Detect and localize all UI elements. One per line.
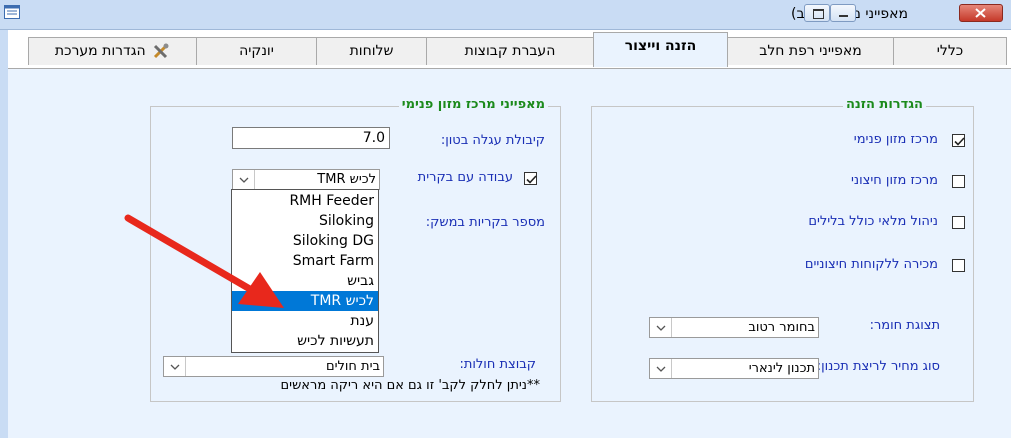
sheds-group-select[interactable]: בית חולים <box>163 356 384 377</box>
chevron-down-icon <box>170 364 180 370</box>
tab-strip: כללי מאפייני רפת חלב הזנה וייצור העברת ק… <box>8 30 1011 68</box>
internal-center-title: מאפייני מרכז מזון פנימי <box>398 97 548 112</box>
calf-capacity-input[interactable]: 7.0 <box>232 127 390 149</box>
tab-feeding-production[interactable]: הזנה וייצור <box>593 32 728 67</box>
check-icon <box>954 137 965 146</box>
close-button[interactable] <box>959 4 1003 22</box>
internal-center-label: מרכז מזון פנימי <box>853 132 938 147</box>
close-icon <box>975 8 986 18</box>
chevron-down-icon <box>656 325 666 331</box>
tab-system-settings[interactable]: הגדרות מערכת <box>28 37 197 65</box>
tools-icon <box>154 43 169 59</box>
controller-select[interactable]: לכיש TMR <box>232 169 380 190</box>
app-icon <box>4 5 20 19</box>
full-stock-label: ניהול מלאי כולל בלילים <box>808 214 938 229</box>
dropdown-option[interactable]: RMH Feeder <box>232 191 378 211</box>
dropdown-option[interactable]: תעשיות לכיש <box>232 331 378 351</box>
chevron-down-icon <box>239 177 249 183</box>
external-sale-label: מכירה ללקוחות חיצוניים <box>804 257 938 272</box>
calf-capacity-label: קיבולת עגלה בטון: <box>440 133 545 148</box>
feeding-settings-title: הגדרות הזנה <box>842 97 926 112</box>
controller-label: עבודה עם בקרית <box>417 170 513 185</box>
tab-branches[interactable]: שלוחות <box>316 37 427 65</box>
material-display-label: תצוגת חומר: <box>869 318 940 333</box>
external-center-checkbox[interactable] <box>952 175 965 188</box>
note-text: **ניתן לחלק לקב' זו גם אם היא ריקה מראשי… <box>280 378 540 393</box>
internal-center-checkbox[interactable] <box>952 134 965 147</box>
feeding-settings-group: הגדרות הזנה מרכז מזון פנימי מרכז מזון חי… <box>591 97 974 402</box>
check-icon <box>526 175 537 184</box>
controller-checkbox[interactable] <box>524 172 537 185</box>
price-run-select[interactable]: תכנון לינארי <box>649 358 819 379</box>
external-sale-checkbox[interactable] <box>952 259 965 272</box>
tab-group-transfer[interactable]: העברת קבוצות <box>426 37 594 65</box>
sheds-group-label: קבוצת חולות: <box>459 357 536 372</box>
price-run-label: סוג מחיר לריצת תכנון: <box>816 359 940 374</box>
external-center-label: מרכז מזון חיצוני <box>851 173 938 188</box>
tab-general[interactable]: כללי <box>893 37 1007 65</box>
title-bar: מאפייני משק (חלב) <box>0 0 1011 30</box>
chevron-down-icon <box>656 366 666 372</box>
maximize-button[interactable] <box>804 4 830 22</box>
full-stock-checkbox[interactable] <box>952 216 965 229</box>
window-frame-left <box>0 30 8 438</box>
annotation-arrow-icon <box>124 214 284 308</box>
controllers-count-label: מספר בקריות במשק: <box>425 215 545 230</box>
material-display-select[interactable]: בחומר רטוב <box>649 317 819 338</box>
minimize-button[interactable] <box>830 4 856 22</box>
tab-dairy-barn[interactable]: מאפייני רפת חלב <box>727 37 894 65</box>
tab-nursery[interactable]: יונקיה <box>196 37 317 65</box>
